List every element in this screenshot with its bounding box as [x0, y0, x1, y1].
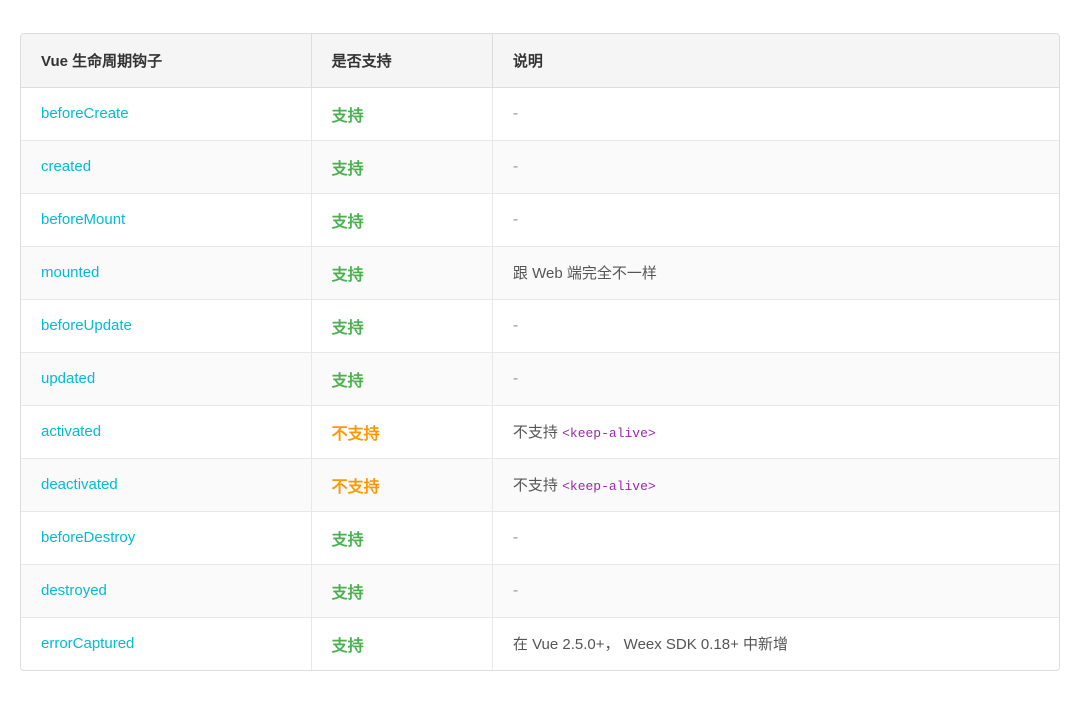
support-cell: 支持 [311, 511, 492, 564]
description-cell: 不支持 <keep-alive> [492, 405, 1059, 458]
support-cell: 不支持 [311, 405, 492, 458]
support-cell: 支持 [311, 352, 492, 405]
description-cell: - [492, 511, 1059, 564]
description-cell: - [492, 564, 1059, 617]
code-tag: <keep-alive> [562, 426, 656, 441]
table-row: beforeCreate 支持 - [21, 87, 1059, 140]
hook-name: updated [41, 370, 95, 387]
hook-name-cell: destroyed [21, 564, 311, 617]
desc-text: 跟 Web 端完全不一样 [513, 265, 657, 282]
hook-name: activated [41, 423, 101, 440]
hook-name-cell: beforeUpdate [21, 299, 311, 352]
hook-name-cell: beforeMount [21, 193, 311, 246]
support-badge: 支持 [332, 267, 364, 284]
table-row: activated不支持不支持 <keep-alive> [21, 405, 1059, 458]
desc-text: 不支持 [513, 424, 562, 441]
table-header-row: Vue 生命周期钩子 是否支持 说明 [21, 34, 1059, 88]
hook-name: errorCaptured [41, 635, 134, 652]
support-badge: 不支持 [332, 479, 380, 496]
desc-text: 在 Vue 2.5.0+， Weex SDK 0.18+ 中新增 [513, 636, 788, 653]
hook-name: deactivated [41, 476, 118, 493]
hook-name-cell: mounted [21, 246, 311, 299]
dash-indicator: - [513, 582, 518, 599]
description-cell: 不支持 <keep-alive> [492, 458, 1059, 511]
hook-name: beforeMount [41, 211, 125, 228]
dash-indicator: - [513, 211, 518, 228]
support-cell: 支持 [311, 193, 492, 246]
support-badge: 支持 [332, 108, 364, 125]
dash-indicator: - [513, 370, 518, 387]
dash-indicator: - [513, 105, 518, 122]
support-badge: 不支持 [332, 426, 380, 443]
hook-name-cell: errorCaptured [21, 617, 311, 670]
dash-indicator: - [513, 529, 518, 546]
description-cell: - [492, 87, 1059, 140]
hook-name-cell: deactivated [21, 458, 311, 511]
hook-name-cell: created [21, 140, 311, 193]
support-cell: 支持 [311, 140, 492, 193]
table-row: beforeMount 支持 - [21, 193, 1059, 246]
col-header-hook: Vue 生命周期钩子 [21, 34, 311, 88]
code-tag: <keep-alive> [562, 479, 656, 494]
table-row: created 支持 - [21, 140, 1059, 193]
description-cell: - [492, 193, 1059, 246]
table-row: mounted 支持 跟 Web 端完全不一样 [21, 246, 1059, 299]
dash-indicator: - [513, 317, 518, 334]
table-row: destroyed 支持 - [21, 564, 1059, 617]
col-header-desc: 说明 [492, 34, 1059, 88]
table-row: updated 支持 - [21, 352, 1059, 405]
hook-name: mounted [41, 264, 99, 281]
support-badge: 支持 [332, 373, 364, 390]
description-cell: - [492, 140, 1059, 193]
table-row: errorCaptured 支持 在 Vue 2.5.0+， Weex SDK 0.… [21, 617, 1059, 670]
support-cell: 支持 [311, 564, 492, 617]
table-row: beforeDestroy 支持 - [21, 511, 1059, 564]
support-badge: 支持 [332, 532, 364, 549]
hook-name: destroyed [41, 582, 107, 599]
hook-name: beforeUpdate [41, 317, 132, 334]
hook-name-cell: beforeDestroy [21, 511, 311, 564]
support-badge: 支持 [332, 320, 364, 337]
support-cell: 支持 [311, 299, 492, 352]
lifecycle-table: Vue 生命周期钩子 是否支持 说明 beforeCreate支持-create… [20, 33, 1060, 671]
table-row: deactivated不支持不支持 <keep-alive> [21, 458, 1059, 511]
description-cell: 在 Vue 2.5.0+， Weex SDK 0.18+ 中新增 [492, 617, 1059, 670]
hook-name-cell: beforeCreate [21, 87, 311, 140]
support-cell: 支持 [311, 246, 492, 299]
col-header-support: 是否支持 [311, 34, 492, 88]
hook-name-cell: activated [21, 405, 311, 458]
description-cell: - [492, 299, 1059, 352]
support-badge: 支持 [332, 161, 364, 178]
table-row: beforeUpdate 支持 - [21, 299, 1059, 352]
support-badge: 支持 [332, 585, 364, 602]
description-cell: 跟 Web 端完全不一样 [492, 246, 1059, 299]
dash-indicator: - [513, 158, 518, 175]
support-cell: 支持 [311, 617, 492, 670]
support-badge: 支持 [332, 214, 364, 231]
hook-name: beforeDestroy [41, 529, 135, 546]
desc-text: 不支持 [513, 477, 562, 494]
support-cell: 支持 [311, 87, 492, 140]
support-badge: 支持 [332, 638, 364, 655]
hook-name: beforeCreate [41, 105, 129, 122]
description-cell: - [492, 352, 1059, 405]
support-cell: 不支持 [311, 458, 492, 511]
hook-name-cell: updated [21, 352, 311, 405]
hook-name: created [41, 158, 91, 175]
